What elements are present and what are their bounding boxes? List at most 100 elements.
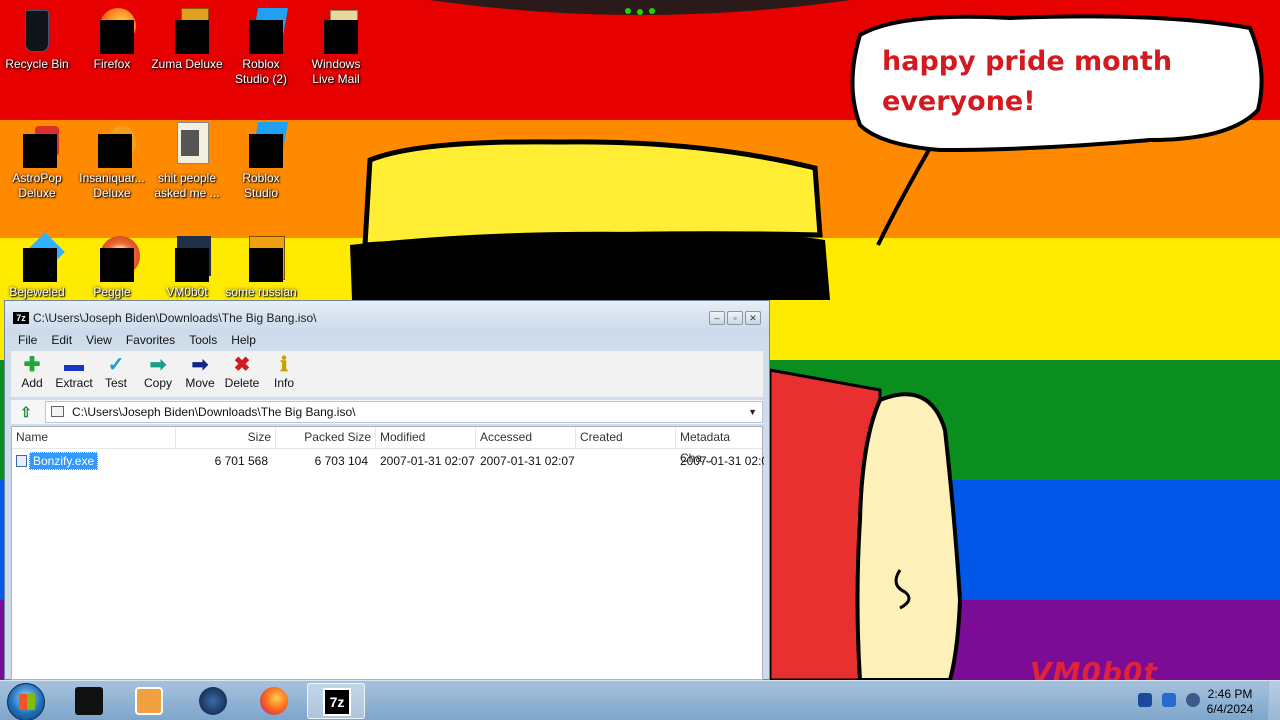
table-row[interactable]: Bonzify.exe 6 701 568 6 703 104 2007-01-… [12,451,764,471]
file-modified: 2007-01-31 02:07 [380,454,475,468]
file-name[interactable]: Bonzify.exe [29,452,99,470]
address-text: C:\Users\Joseph Biden\Downloads\The Big … [72,405,356,419]
copy-label: Copy [143,376,172,390]
desktop-icon-label: Roblox Studio (2) [234,57,288,86]
column-packed-size[interactable]: Packed Size [276,427,376,448]
taskbar-item-firefox[interactable] [245,683,303,719]
firefox-icon [260,687,288,715]
menu-help[interactable]: Help [224,331,263,349]
add-label: Add [21,376,43,390]
clock-time: 2:46 PM [1207,687,1253,701]
minimize-button[interactable]: – [709,311,725,325]
wallpaper-watermark: VM0b0t [1030,656,1158,680]
desktop-icon-label: Bejeweled [9,285,65,299]
desktop-icon-zuma-deluxe[interactable]: Zuma Deluxe [151,6,223,72]
roblox-studio-icon [237,120,288,168]
menu-favorites[interactable]: Favorites [119,331,182,349]
copy-arrow-icon: ➡ [149,354,167,376]
menu-file[interactable]: File [11,331,44,349]
desktop-icon-label: Recycle Bin [5,57,69,71]
folder-up-icon[interactable]: ⇧ [17,404,35,420]
taskbar-item-globe-app[interactable] [184,683,242,719]
delete-x-icon: ✖ [233,354,251,376]
file-list[interactable]: Name Size Packed Size Modified Accessed … [11,426,764,680]
desktop-icon-bejeweled[interactable]: Bejeweled [1,232,73,300]
column-accessed[interactable]: Accessed [476,427,576,448]
toolbar: ✚ Add ▬ Extract ✓ Test ➡ Copy ➡ Move ✖ D… [11,351,763,397]
file-created [576,451,676,471]
file-packed-size: 6 703 104 [314,454,368,468]
menu-view[interactable]: View [79,331,119,349]
test-button[interactable]: ✓ Test [95,351,137,397]
file-accessed: 2007-01-31 02:07 [480,454,575,468]
folder-icon [163,120,211,168]
column-size[interactable]: Size [176,427,276,448]
extract-label: Extract [55,376,93,390]
insaniquarium-icon [88,120,136,168]
menu-tools[interactable]: Tools [182,331,224,349]
info-button[interactable]: ℹ Info [263,351,305,397]
desktop-icon-insaniquarium[interactable]: Insaniquar... Deluxe [76,120,148,201]
live-mail-icon [312,6,360,54]
start-button[interactable] [7,683,45,720]
desktop-icon-roblox-studio-2[interactable]: Roblox Studio (2) [225,6,297,87]
7zip-window[interactable]: 7z C:\Users\Joseph Biden\Downloads\The B… [4,300,770,680]
close-button[interactable]: ✕ [745,311,761,325]
show-desktop-button[interactable] [1268,681,1280,720]
file-size: 6 701 568 [214,454,268,468]
network-icon[interactable] [1162,693,1176,707]
desktop-icon-folder[interactable]: shit people asked me ... [151,120,223,201]
column-metadata-changed[interactable]: Metadata Cha... [676,427,764,465]
clock[interactable]: 2:46 PM 6/4/2024 [1190,687,1270,717]
desktop-icon-label: VM0b0t [166,285,208,299]
desktop-icon-vm0b0t[interactable]: VM0b0t [151,234,223,300]
desktop-icon-label: Zuma Deluxe [151,57,223,71]
zuma-icon [163,6,211,54]
defender-icon[interactable] [1138,693,1152,707]
roblox-studio-icon [237,6,288,54]
desktop-icon-label: Peggle [93,285,131,299]
desktop-icon-windows-live-mail[interactable]: Windows Live Mail [300,6,372,87]
exe-file-icon [16,455,27,467]
taskbar-item-7-zip[interactable]: 7z [307,683,365,719]
test-label: Test [104,376,127,390]
desktop-icon-label: Windows Live Mail [311,57,361,86]
delete-button[interactable]: ✖ Delete [221,351,263,397]
desktop-icon-peggle[interactable]: Peggle [76,234,148,300]
bejeweled-icon [13,232,65,282]
taskbar-item-media-player[interactable] [120,683,178,719]
vm0b0t-icon [163,234,211,282]
column-created[interactable]: Created [576,427,676,448]
document-icon [237,234,285,282]
menu-edit[interactable]: Edit [44,331,79,349]
maximize-button[interactable]: ▫ [727,311,743,325]
taskbar: 7z 2:46 PM 6/4/2024 [0,680,1280,720]
window-titlebar[interactable]: 7z C:\Users\Joseph Biden\Downloads\The B… [5,301,769,335]
column-name[interactable]: Name [12,427,176,448]
desktop-icon-astropop-deluxe[interactable]: AstroPop Deluxe [1,120,73,201]
menu-bar: File Edit View Favorites Tools Help [11,331,263,349]
address-bar[interactable]: C:\Users\Joseph Biden\Downloads\The Big … [45,401,763,423]
desktop-icon-label: Insaniquar... Deluxe [79,171,145,200]
add-button[interactable]: ✚ Add [11,351,53,397]
extract-button[interactable]: ▬ Extract [53,351,95,397]
copy-button[interactable]: ➡ Copy [137,351,179,397]
desktop-icon-label: Roblox Studio [242,171,280,200]
column-modified[interactable]: Modified [376,427,476,448]
info-label: Info [273,376,294,390]
check-icon: ✓ [107,354,125,376]
black-box-icon [75,687,103,715]
desktop-icon-some-russian[interactable]: some russian [225,234,297,300]
move-button[interactable]: ➡ Move [179,351,221,397]
taskbar-item-vm-app[interactable] [60,683,118,719]
file-list-header: Name Size Packed Size Modified Accessed … [12,427,764,465]
desktop-icon-firefox[interactable]: Firefox [76,6,148,72]
move-label: Move [185,376,215,390]
clock-date: 6/4/2024 [1206,702,1254,716]
delete-label: Delete [224,376,260,390]
file-metadata-changed: 2007-01-31 02:0 [680,454,764,468]
desktop-icon-recycle-bin[interactable]: Recycle Bin [1,6,73,72]
chevron-down-icon[interactable]: ▼ [748,407,757,417]
media-player-icon [135,687,163,715]
desktop-icon-roblox-studio[interactable]: Roblox Studio [225,120,297,201]
